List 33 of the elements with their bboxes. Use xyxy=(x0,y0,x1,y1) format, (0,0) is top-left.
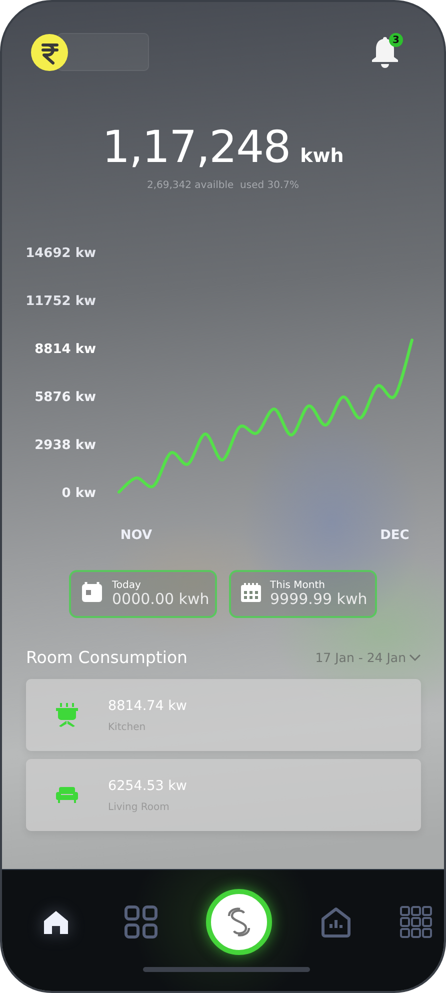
apps-grid-icon[interactable] xyxy=(400,906,432,938)
usage-unit: kwh xyxy=(300,145,344,167)
y-axis-label: 14692 kw xyxy=(26,246,96,261)
rupee-coin-icon[interactable] xyxy=(31,34,68,71)
sofa-icon xyxy=(56,787,78,803)
stat-value: 9999.99 kwh xyxy=(270,591,368,608)
house-chart-icon[interactable] xyxy=(320,906,352,938)
calendar-grid-icon xyxy=(241,582,261,602)
notification-badge: 3 xyxy=(389,33,403,47)
y-axis-label: 5876 kw xyxy=(34,390,96,406)
stat-label: This Month xyxy=(270,580,326,591)
grid-icon[interactable] xyxy=(124,905,158,939)
center-action-button[interactable] xyxy=(206,889,272,955)
date-range-dropdown[interactable]: 17 Jan - 24 Jan xyxy=(315,650,421,665)
usage-subtitle: 2,69,342 availble used 30.7% xyxy=(146,180,300,191)
y-axis-label: 0 kw xyxy=(62,486,96,501)
chevron-down-icon xyxy=(409,654,421,662)
stat-label: Today xyxy=(112,580,142,591)
x-axis-label: DEC xyxy=(380,528,410,543)
bell-icon[interactable] xyxy=(370,35,400,69)
room-usage: 6254.53 kw xyxy=(108,778,187,794)
home-icon[interactable] xyxy=(43,909,69,935)
cooking-pot-icon xyxy=(56,703,78,727)
section-title: Room Consumption xyxy=(26,648,188,667)
stat-value: 0000.00 kwh xyxy=(112,591,210,608)
calendar-icon xyxy=(81,581,103,603)
link-logo-icon xyxy=(227,907,251,937)
total-usage-value: 1,17,248 xyxy=(102,122,290,174)
y-axis-label: 2938 kw xyxy=(34,438,96,453)
y-axis-label: 8814 kw xyxy=(34,342,96,358)
room-usage: 8814.74 kw xyxy=(108,698,187,714)
y-axis-label: 11752 kw xyxy=(26,294,96,310)
x-axis-label: NOV xyxy=(120,528,152,543)
